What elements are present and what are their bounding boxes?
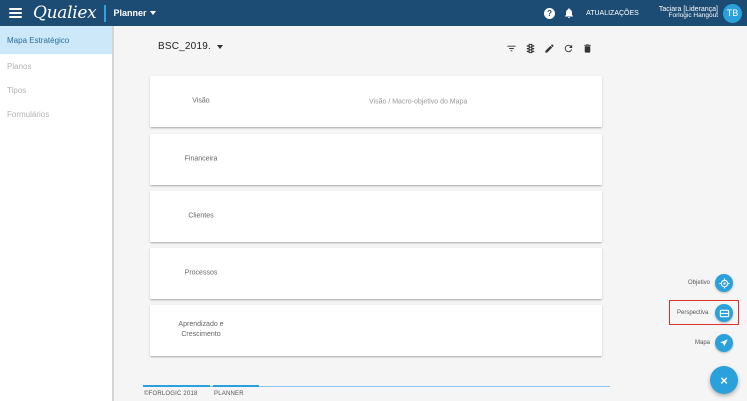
- pencil-icon: [544, 43, 554, 53]
- module-selector[interactable]: Planner: [113, 8, 157, 18]
- add-perspective-button[interactable]: [715, 304, 733, 322]
- refresh-button[interactable]: [562, 42, 574, 54]
- add-map-button[interactable]: [715, 334, 733, 352]
- sidebar-item-formularios[interactable]: Formulários: [0, 102, 112, 126]
- target-icon: [718, 277, 730, 289]
- sidebar-item-planos[interactable]: Planos: [0, 54, 112, 78]
- trash-icon: [583, 43, 591, 53]
- card-label: Clientes: [188, 212, 214, 220]
- divider: [104, 4, 107, 22]
- footer-product: PLANNER: [214, 391, 244, 397]
- status-lights-button[interactable]: [524, 42, 536, 54]
- card-description: Visão / Macro-objetivo do Mapa: [369, 98, 468, 105]
- fab-close-button[interactable]: ×: [710, 366, 738, 394]
- user-info[interactable]: Taciara [Liderança] Forlogic Hangout: [659, 6, 718, 20]
- card-label-line-1: Aprendizado e: [178, 320, 224, 328]
- card-label: Aprendizado e Crescimento: [150, 320, 252, 342]
- perspective-card-processos[interactable]: Processos: [150, 248, 602, 299]
- filter-button[interactable]: [505, 42, 517, 54]
- footer-accent: [213, 385, 259, 387]
- chevron-down-icon: [216, 44, 223, 49]
- card-label: Visão: [192, 97, 210, 105]
- send-icon: [720, 339, 728, 347]
- sidebar: Mapa Estratégico Planos Tipos Formulário…: [0, 26, 114, 401]
- fab-perspectiva-label[interactable]: Perspectiva: [677, 310, 708, 316]
- user-organization: Forlogic Hangout: [668, 12, 719, 20]
- footer-accent: [143, 385, 210, 387]
- avatar[interactable]: TB: [723, 3, 742, 23]
- perspective-card-financeira[interactable]: Financeira: [150, 134, 602, 185]
- map-title: BSC_2019.: [158, 41, 211, 52]
- perspective-card-aprendizado-crescimento[interactable]: Aprendizado e Crescimento: [150, 305, 602, 356]
- app-logo[interactable]: Qualiex: [33, 3, 97, 23]
- card-label: Processos: [184, 269, 218, 277]
- fab-mapa-label[interactable]: Mapa: [695, 340, 710, 346]
- sidebar-item-tipos[interactable]: Tipos: [0, 78, 112, 102]
- footer-copyright: ©FORLOGIC 2018: [144, 391, 198, 397]
- map-selector[interactable]: BSC_2019.: [158, 41, 223, 52]
- card-label: Financeira: [184, 155, 218, 163]
- perspective-card-visao[interactable]: Visão Visão / Macro-objetivo do Mapa: [150, 76, 602, 127]
- filter-icon: [506, 45, 516, 51]
- fab-objetivo-label[interactable]: Objetivo: [688, 280, 710, 286]
- updates-link[interactable]: ATUALIZAÇÕES: [586, 10, 639, 17]
- menu-icon[interactable]: [9, 8, 22, 18]
- card-label-line-2: Crescimento: [181, 331, 221, 339]
- add-objective-button[interactable]: [715, 274, 733, 292]
- notifications-bell-icon[interactable]: [563, 7, 575, 19]
- chevron-down-icon: [150, 11, 157, 15]
- footer: ©FORLOGIC 2018 PLANNER: [143, 385, 610, 401]
- perspective-icon: [719, 309, 729, 317]
- map-toolbar: [505, 42, 600, 54]
- help-icon[interactable]: ?: [544, 7, 556, 19]
- top-app-bar: Qualiex Planner ? ATUALIZAÇÕES Taciara […: [0, 0, 747, 26]
- traffic-light-icon: [526, 43, 534, 53]
- module-label: Planner: [113, 8, 147, 18]
- delete-button[interactable]: [581, 42, 593, 54]
- edit-button[interactable]: [543, 42, 555, 54]
- refresh-icon: [564, 44, 572, 52]
- sidebar-item-mapa-estrategico[interactable]: Mapa Estratégico: [0, 26, 112, 54]
- perspective-card-clientes[interactable]: Clientes: [150, 191, 602, 242]
